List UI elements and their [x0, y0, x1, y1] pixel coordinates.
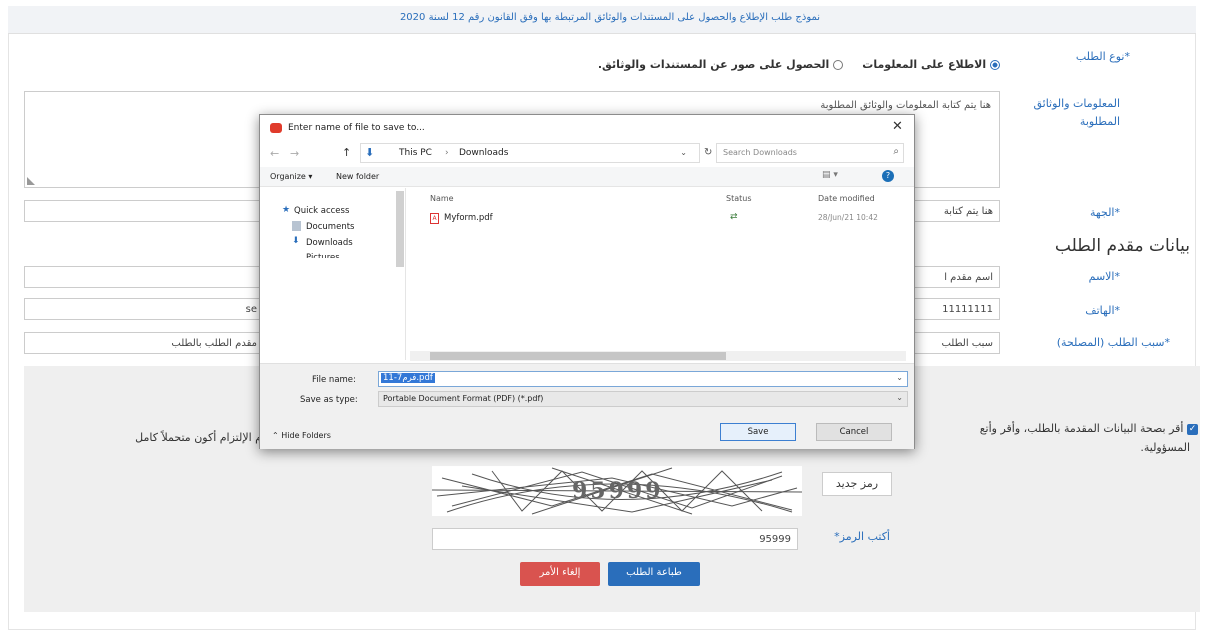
col-date[interactable]: Date modified [818, 194, 875, 203]
close-icon[interactable]: ✕ [892, 119, 903, 134]
nav-documents[interactable]: Documents [306, 222, 354, 232]
pdf-icon: A [430, 213, 439, 224]
nav-quick-access[interactable]: Quick access [294, 206, 349, 216]
declaration-checkbox[interactable]: ✓ [1187, 423, 1198, 435]
reason-input[interactable]: سبب الطلب [912, 332, 1000, 354]
request-type-label: *نوع الطلب [1075, 50, 1130, 63]
help-icon[interactable]: ? [882, 170, 894, 182]
file-name-label: File name: [312, 375, 356, 385]
entity-label: *الجهة [1090, 206, 1120, 219]
search-placeholder: Search Downloads [723, 148, 797, 157]
captcha-text: 95999 [572, 478, 664, 504]
reason-label: *سبب الطلب (المصلحة) [1056, 336, 1170, 349]
new-folder-button[interactable]: New folder [336, 172, 379, 181]
code-label: أكتب الرمز* [834, 530, 890, 543]
request-type-options: الاطلاع على المعلومات الحصول على صور عن … [540, 58, 1000, 71]
captcha-image: 95999 [432, 466, 802, 516]
back-icon[interactable]: ← [270, 147, 279, 160]
sync-icon: ⇄ [730, 212, 738, 222]
refresh-icon[interactable]: ↻ [704, 147, 712, 158]
col-name[interactable]: Name [430, 194, 454, 203]
entity-input[interactable]: هنا يتم كتابة [912, 200, 1000, 222]
cancel-request-button[interactable]: إلغاء الأمر [520, 562, 600, 586]
code-input[interactable]: 95999 [432, 528, 798, 550]
entity-input-left[interactable] [24, 200, 264, 222]
declaration-line2: المسؤولية. [1140, 441, 1190, 454]
name-input[interactable]: اسم مقدم ا [912, 266, 1000, 288]
file-name-input[interactable]: فرم7-11.pdf ⌄ [378, 371, 908, 387]
file-row[interactable]: A Myform.pdf ⇄ 28/Jun/21 10:42 [426, 211, 906, 227]
resize-handle-icon[interactable] [27, 177, 35, 185]
downloads-icon: ⬇ [292, 236, 300, 246]
up-icon[interactable]: ↑ [342, 146, 351, 159]
new-code-button[interactable]: رمز جديد [822, 472, 892, 496]
save-type-select[interactable]: Portable Document Format (PDF) (*.pdf) ⌄ [378, 391, 908, 407]
form-title: نموذج طلب الإطلاع والحصول على المستندات … [399, 12, 821, 23]
name-input-left[interactable] [24, 266, 264, 288]
applicant-heading: بيانات مقدم الطلب [1054, 236, 1190, 256]
save-button[interactable]: Save [720, 423, 796, 441]
file-name-value: فرم7-11.pdf [381, 373, 435, 383]
info-label: المعلومات والوثائق المطلوبة [1033, 97, 1120, 128]
organize-button[interactable]: Organize ▾ [270, 172, 312, 181]
phone-label: *الهاتف [1085, 304, 1120, 317]
radio-copies[interactable] [833, 60, 844, 70]
save-type-label: Save as type: [300, 395, 358, 405]
search-icon: ⌕ [893, 146, 899, 157]
name-label: *الاسم [1088, 270, 1120, 283]
save-type-value: Portable Document Format (PDF) (*.pdf) [383, 394, 544, 403]
declaration-right: ✓ أقر بصحة البيانات المقدمة بالطلب، وأقر… [912, 422, 1198, 435]
save-dialog: Enter name of file to save to... ✕ ← → ↑… [259, 114, 915, 449]
option-info-label: الاطلاع على المعلومات [862, 58, 987, 71]
phone-input[interactable]: 11111111 [912, 298, 1000, 320]
hide-folders-label: Hide Folders [281, 431, 331, 440]
view-icon[interactable]: ▤ ▾ [822, 170, 838, 180]
downloads-arrow-icon: ⬇ [365, 146, 375, 159]
search-box[interactable]: Search Downloads ⌕ [716, 143, 904, 163]
forward-icon[interactable]: → [290, 147, 299, 160]
reason-input-left[interactable]: مقدم الطلب بالطلب [24, 332, 264, 354]
dialog-title: Enter name of file to save to... [288, 123, 425, 133]
address-bar[interactable]: ⬇ This PC › Downloads ⌄ [360, 143, 700, 163]
documents-icon [292, 221, 301, 231]
path-dropdown-icon[interactable]: ⌄ [680, 148, 687, 157]
option-copies-label: الحصول على صور عن المستندات والوثائق. [597, 58, 830, 71]
hide-folders-button[interactable]: ⌃ Hide Folders [272, 431, 331, 440]
nav-downloads[interactable]: Downloads [306, 238, 353, 248]
cancel-button[interactable]: Cancel [816, 423, 892, 441]
file-name-dropdown-icon[interactable]: ⌄ [896, 373, 903, 382]
print-button[interactable]: طباعة الطلب [608, 562, 700, 586]
path-this-pc[interactable]: This PC [399, 148, 432, 158]
col-status[interactable]: Status [726, 194, 752, 203]
save-type-dropdown-icon[interactable]: ⌄ [896, 393, 903, 402]
radio-info[interactable] [990, 60, 1000, 70]
declaration-left: م الإلتزام أكون متحملاً كامل [135, 431, 262, 444]
file-date: 28/Jun/21 10:42 [818, 213, 878, 222]
path-sep: › [445, 148, 449, 158]
phone-input-left[interactable]: se [24, 298, 264, 320]
nav-pictures[interactable]: Pictures [306, 253, 340, 258]
nav-scrollbar[interactable] [396, 191, 404, 267]
horizontal-scrollbar[interactable] [410, 351, 906, 361]
file-name: Myform.pdf [444, 213, 493, 223]
scroll-thumb[interactable] [430, 352, 726, 360]
chevron-up-icon: ⌃ [272, 431, 279, 440]
star-icon: ★ [282, 205, 291, 215]
declaration-text: أقر بصحة البيانات المقدمة بالطلب، وأقر و… [979, 422, 1184, 435]
path-downloads[interactable]: Downloads [459, 148, 508, 158]
info-placeholder: هنا يتم كتابة المعلومات والوثائق المطلوب… [820, 100, 991, 111]
app-icon [270, 123, 282, 133]
